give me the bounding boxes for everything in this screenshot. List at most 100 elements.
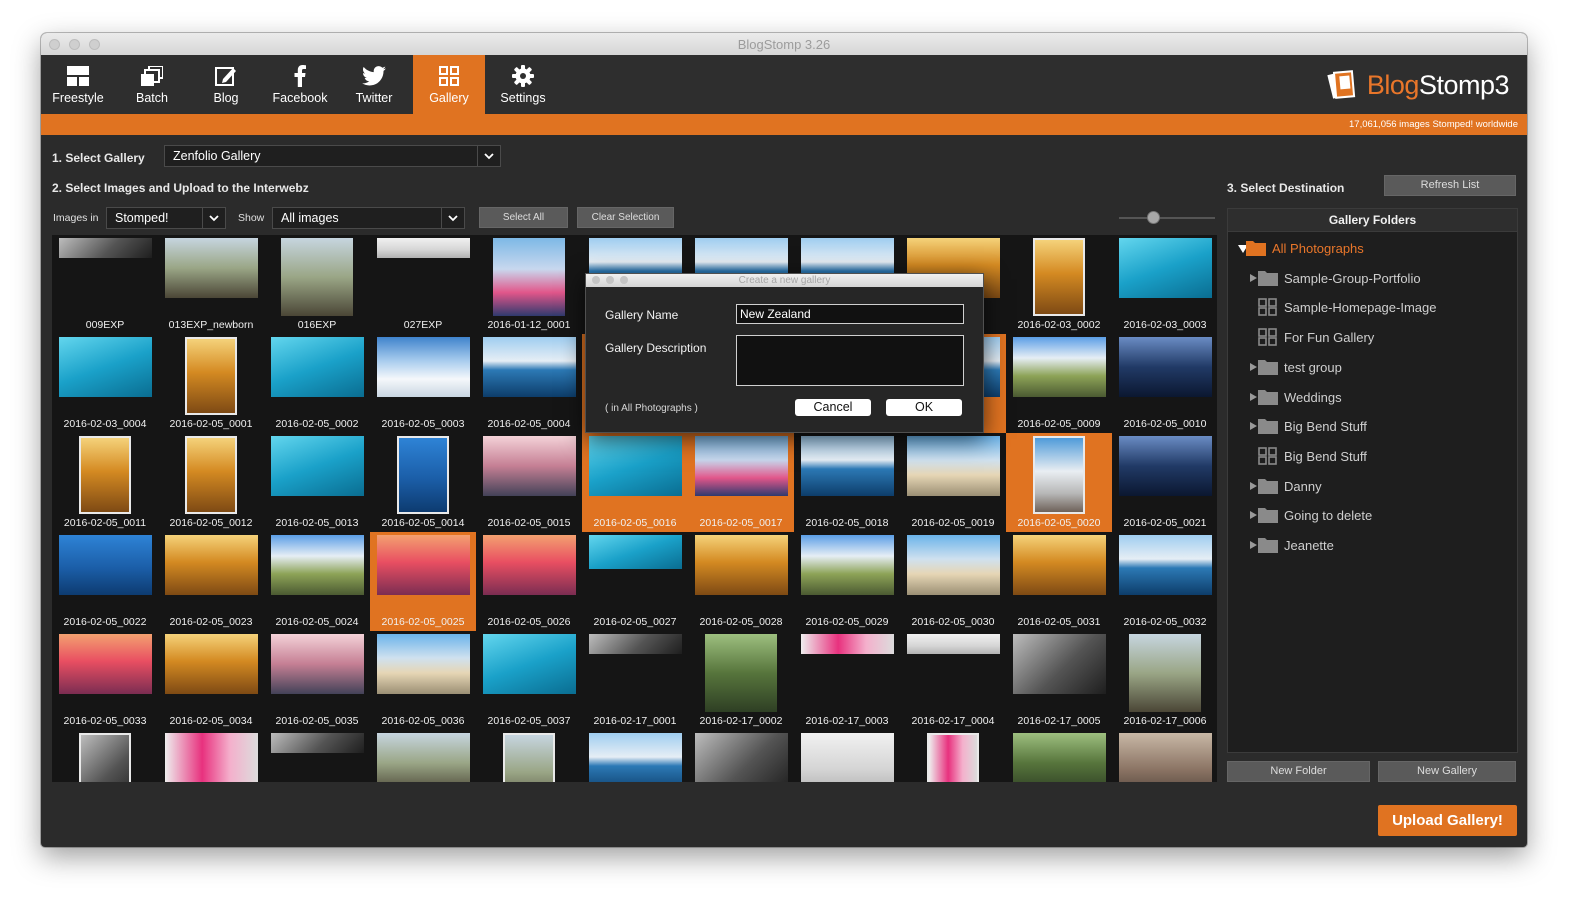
disclosure-closed-icon[interactable] <box>1250 392 1257 401</box>
disclosure-closed-icon[interactable] <box>1250 541 1257 549</box>
image-tile[interactable]: 2016-02-05_0018 <box>794 433 900 532</box>
toolbar-blog[interactable]: Blog <box>190 55 262 114</box>
image-tile[interactable]: 2016-02-05_0031 <box>1006 532 1112 631</box>
images-in-select[interactable]: Stomped! <box>106 207 226 229</box>
disclosure-closed-icon[interactable] <box>1250 511 1257 520</box>
image-tile[interactable]: 2016-02-17_0005 <box>1006 631 1112 730</box>
image-tile[interactable]: 2016-01-12_0001 <box>476 235 582 334</box>
image-tile[interactable]: 2016-02-05_0021 <box>1112 433 1217 532</box>
image-tile[interactable]: 2016-02-05_0037 <box>476 631 582 730</box>
image-tile[interactable] <box>688 730 794 782</box>
image-tile[interactable]: 2016-02-05_0027 <box>582 532 688 631</box>
image-tile[interactable]: 2016-02-05_0022 <box>52 532 158 631</box>
image-tile[interactable]: 2016-02-05_0026 <box>476 532 582 631</box>
toolbar-facebook[interactable]: Facebook <box>264 55 336 114</box>
new-gallery-button[interactable]: New Gallery <box>1378 761 1516 782</box>
image-tile[interactable]: 2016-02-05_0030 <box>900 532 1006 631</box>
image-tile[interactable]: 2016-02-17_0004 <box>900 631 1006 730</box>
folder-row[interactable]: Weddings <box>1228 385 1517 411</box>
toolbar-twitter[interactable]: Twitter <box>338 55 410 114</box>
folder-row[interactable]: Sample-Group-Portfolio <box>1228 266 1517 292</box>
image-tile[interactable]: 2016-02-05_0014 <box>370 433 476 532</box>
folder-row[interactable]: All Photographs <box>1228 236 1517 262</box>
image-tile[interactable]: 2016-02-03_0003 <box>1112 235 1217 334</box>
refresh-list-button[interactable]: Refresh List <box>1384 175 1516 196</box>
folder-row[interactable]: Sample-Homepage-Image <box>1228 295 1517 321</box>
disclosure-closed-icon[interactable] <box>1250 362 1257 371</box>
image-tile[interactable]: 2016-02-17_0002 <box>688 631 794 730</box>
image-tile[interactable] <box>370 730 476 782</box>
image-tile[interactable]: 2016-02-05_0017 <box>688 433 794 532</box>
image-tile[interactable] <box>158 730 264 782</box>
image-tile[interactable] <box>900 730 1006 782</box>
image-tile[interactable] <box>1006 730 1112 782</box>
image-tile[interactable] <box>52 730 158 782</box>
select-all-button[interactable]: Select All <box>479 207 568 228</box>
image-tile[interactable]: 2016-02-05_0024 <box>264 532 370 631</box>
image-tile[interactable]: 2016-02-05_0034 <box>158 631 264 730</box>
toolbar-settings[interactable]: Settings <box>487 55 559 114</box>
image-tile[interactable]: 2016-02-05_0036 <box>370 631 476 730</box>
clear-selection-button[interactable]: Clear Selection <box>577 207 674 228</box>
dialog-close-button[interactable] <box>592 276 600 284</box>
image-tile[interactable]: 2016-02-05_0028 <box>688 532 794 631</box>
cancel-button[interactable]: Cancel <box>795 399 871 416</box>
thumb-size-slider[interactable] <box>1119 217 1215 219</box>
toolbar-batch[interactable]: Batch <box>116 55 188 114</box>
image-tile[interactable]: 013EXP_newborn <box>158 235 264 334</box>
show-filter-select[interactable]: All images <box>272 207 465 229</box>
disclosure-closed-icon[interactable] <box>1250 422 1257 431</box>
new-folder-button[interactable]: New Folder <box>1227 761 1370 782</box>
folder-row[interactable]: Going to delete <box>1228 503 1517 529</box>
toolbar-freestyle[interactable]: Freestyle <box>42 55 114 114</box>
disclosure-closed-icon[interactable] <box>1250 273 1257 282</box>
image-tile[interactable]: 2016-02-05_0010 <box>1112 334 1217 433</box>
image-tile[interactable]: 2016-02-05_0001 <box>158 334 264 433</box>
image-tile[interactable]: 2016-02-05_0012 <box>158 433 264 532</box>
image-tile[interactable]: 2016-02-05_0025 <box>370 532 476 631</box>
upload-gallery-button[interactable]: Upload Gallery! <box>1378 805 1517 836</box>
image-tile[interactable]: 2016-02-05_0020 <box>1006 433 1112 532</box>
image-tile[interactable] <box>1112 730 1217 782</box>
image-tile[interactable] <box>476 730 582 782</box>
image-tile[interactable] <box>264 730 370 782</box>
folder-row[interactable]: Big Bend Stuff <box>1228 414 1517 440</box>
image-tile[interactable]: 2016-02-05_0009 <box>1006 334 1112 433</box>
folder-row[interactable]: test group <box>1228 355 1517 381</box>
gallery-name-input[interactable]: New Zealand <box>736 304 964 324</box>
image-tile[interactable]: 2016-02-03_0004 <box>52 334 158 433</box>
image-tile[interactable]: 016EXP <box>264 235 370 334</box>
image-tile[interactable]: 2016-02-05_0019 <box>900 433 1006 532</box>
folder-row[interactable]: Jeanette <box>1228 533 1517 559</box>
toolbar-gallery[interactable]: Gallery <box>413 55 485 114</box>
image-tile[interactable]: 2016-02-05_0035 <box>264 631 370 730</box>
dialog-minimize-button[interactable] <box>606 276 614 284</box>
thumb-size-slider-knob[interactable] <box>1146 211 1160 224</box>
image-tile[interactable] <box>582 730 688 782</box>
dialog-zoom-button[interactable] <box>620 276 628 284</box>
image-tile[interactable]: 2016-02-05_0003 <box>370 334 476 433</box>
image-tile[interactable]: 2016-02-05_0029 <box>794 532 900 631</box>
image-tile[interactable]: 2016-02-05_0011 <box>52 433 158 532</box>
image-tile[interactable]: 2016-02-17_0001 <box>582 631 688 730</box>
image-tile[interactable]: 2016-02-05_0032 <box>1112 532 1217 631</box>
folder-row[interactable]: Big Bend Stuff <box>1228 444 1517 470</box>
gallery-description-input[interactable] <box>736 335 964 386</box>
image-tile[interactable]: 2016-02-03_0002 <box>1006 235 1112 334</box>
ok-button[interactable]: OK <box>886 399 962 416</box>
image-tile[interactable]: 2016-02-17_0003 <box>794 631 900 730</box>
image-tile[interactable] <box>794 730 900 782</box>
image-tile[interactable]: 2016-02-05_0002 <box>264 334 370 433</box>
image-tile[interactable]: 2016-02-05_0015 <box>476 433 582 532</box>
image-tile[interactable]: 2016-02-05_0033 <box>52 631 158 730</box>
image-tile[interactable]: 2016-02-17_0006 <box>1112 631 1217 730</box>
image-tile[interactable]: 2016-02-05_0013 <box>264 433 370 532</box>
image-tile[interactable]: 2016-02-05_0016 <box>582 433 688 532</box>
image-tile[interactable]: 009EXP <box>52 235 158 334</box>
folder-row[interactable]: For Fun Gallery <box>1228 325 1517 351</box>
folder-row[interactable]: Danny <box>1228 474 1517 500</box>
image-tile[interactable]: 027EXP <box>370 235 476 334</box>
image-tile[interactable]: 2016-02-05_0023 <box>158 532 264 631</box>
disclosure-closed-icon[interactable] <box>1250 481 1257 490</box>
gallery-service-select[interactable]: Zenfolio Gallery <box>164 145 501 167</box>
